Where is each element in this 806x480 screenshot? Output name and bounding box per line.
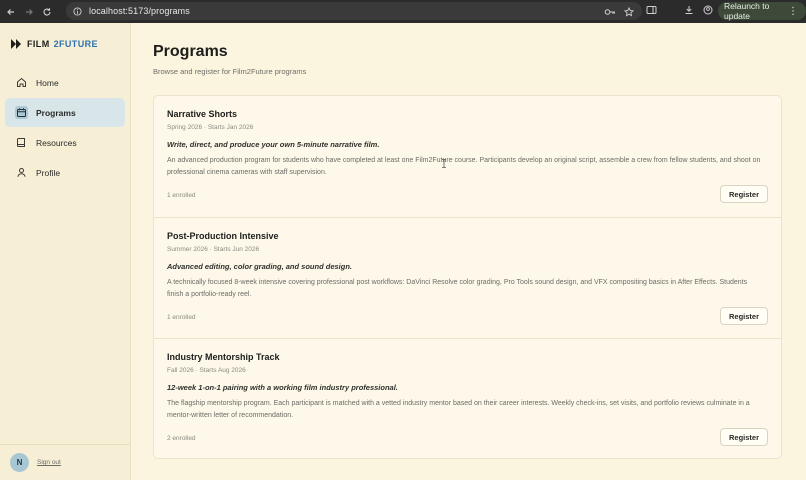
app-window: FILM 2FUTURE Home Programs Resources Pro… [0,23,806,480]
browser-toolbar: localhost:5173/programs Relaunch to upda… [0,0,806,23]
program-description: An advanced production program for stude… [167,157,761,176]
relaunch-update-button[interactable]: Relaunch to update ⋮ [718,1,806,21]
home-icon [15,76,28,89]
program-card: Narrative Shorts Spring 2026 · Starts Ja… [154,96,781,217]
program-list: Narrative Shorts Spring 2026 · Starts Ja… [153,95,782,459]
address-bar[interactable]: localhost:5173/programs [66,2,642,20]
enrolled-count: 1 enrolled [167,192,196,199]
program-card: Post-Production Intensive Summer 2026 · … [154,217,781,338]
password-key-icon[interactable] [604,4,616,22]
program-meta: Summer 2026 · Starts Jun 2026 [167,246,260,253]
more-menu-icon[interactable]: ⋮ [788,6,798,17]
text-cursor-icon [442,159,446,168]
url-text: localhost:5173/programs [89,6,190,16]
sidebar: FILM 2FUTURE Home Programs Resources Pro… [0,23,131,480]
sidebar-footer: N Sign out [0,444,130,480]
sidebar-item-programs[interactable]: Programs [5,98,125,127]
site-info-icon[interactable] [70,4,84,18]
program-meta: Fall 2026 · Starts Aug 2026 [167,367,246,374]
side-panel-icon[interactable] [646,2,657,20]
sidebar-item-profile[interactable]: Profile [5,158,125,187]
sidebar-item-label: Resources [36,137,77,148]
forward-arrow-icon[interactable] [20,3,38,21]
logo[interactable]: FILM 2FUTURE [11,39,98,49]
book-icon [15,136,28,149]
program-description: The flagship mentorship program. Each pa… [167,400,750,419]
page-subtitle: Browse and register for Film2Future prog… [153,67,307,76]
program-tagline: Write, direct, and produce your own 5-mi… [167,140,380,149]
program-tagline: 12-week 1-on-1 pairing with a working fi… [167,383,398,392]
logo-word-film: FILM [27,39,50,49]
sidebar-nav: Home Programs Resources Profile [5,68,125,188]
register-button[interactable]: Register [720,185,768,203]
calendar-icon [15,106,28,119]
program-title: Narrative Shorts [167,109,238,119]
main-content: Programs Browse and register for Film2Fu… [131,23,806,480]
avatar[interactable]: N [10,453,29,472]
reload-icon[interactable] [38,3,56,21]
sidebar-item-label: Profile [36,167,61,178]
back-arrow-icon[interactable] [2,3,20,21]
sidebar-item-home[interactable]: Home [5,68,125,97]
play-logo-icon [11,39,21,49]
logo-text: FILM 2FUTURE [27,39,98,49]
download-icon[interactable] [684,2,694,20]
sign-out-link[interactable]: Sign out [37,459,61,466]
program-title: Industry Mentorship Track [167,352,280,362]
program-card: Industry Mentorship Track Fall 2026 · St… [154,338,781,459]
program-meta: Spring 2026 · Starts Jan 2026 [167,124,254,131]
enrolled-count: 1 enrolled [167,314,196,321]
user-icon [15,166,28,179]
profile-icon[interactable] [703,2,713,20]
logo-word-future: 2FUTURE [53,39,98,49]
relaunch-label: Relaunch to update [724,1,770,21]
sidebar-item-label: Programs [36,107,76,118]
register-button[interactable]: Register [720,428,768,446]
bookmark-star-icon[interactable] [623,4,635,22]
program-description: A technically focused 8-week intensive c… [167,279,748,298]
register-button[interactable]: Register [720,307,768,325]
program-title: Post-Production Intensive [167,231,279,241]
program-tagline: Advanced editing, color grading, and sou… [167,262,353,271]
sidebar-item-label: Home [36,77,59,88]
page-title: Programs [153,43,228,60]
sidebar-item-resources[interactable]: Resources [5,128,125,157]
enrolled-count: 2 enrolled [167,435,196,442]
